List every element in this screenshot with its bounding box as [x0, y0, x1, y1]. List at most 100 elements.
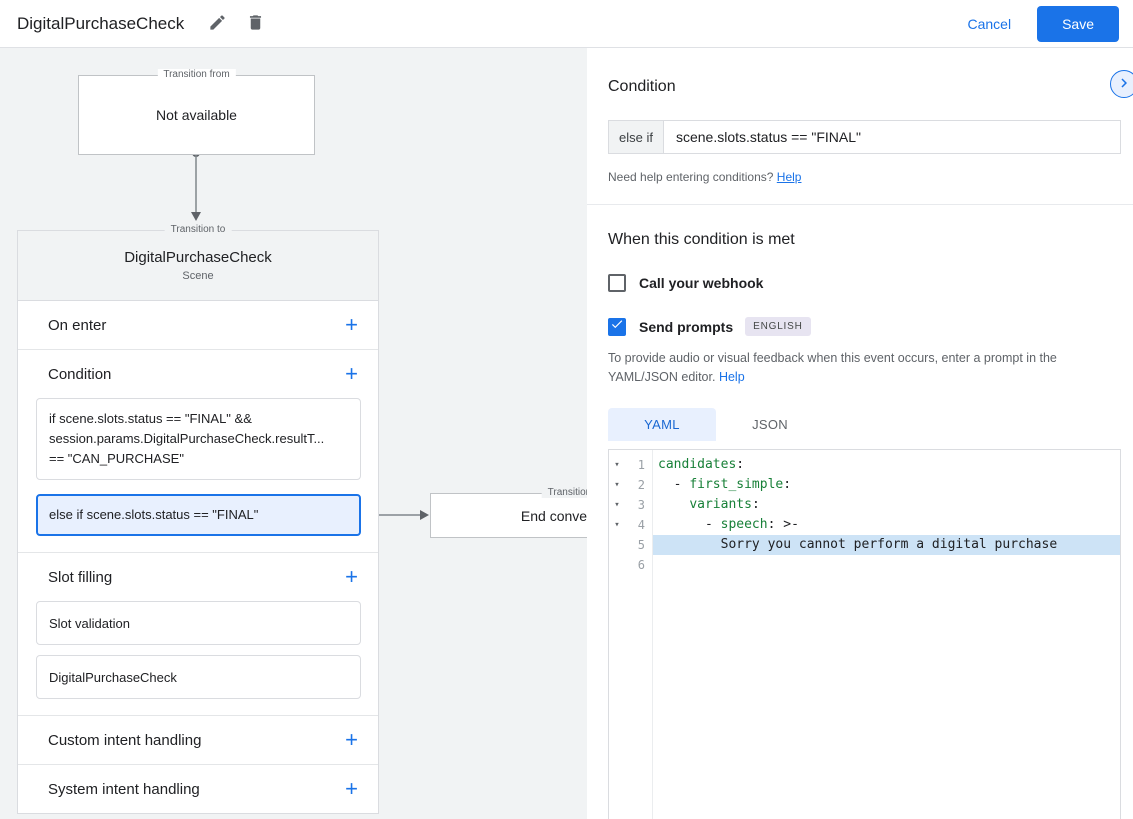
chevron-right-icon [1115, 74, 1133, 95]
section-on-enter: On enter + [18, 301, 378, 350]
scene-name: DigitalPurchaseCheck [124, 249, 272, 266]
add-system-intent-button[interactable]: + [337, 776, 366, 802]
section-condition: Condition + if scene.slots.status == "FI… [18, 350, 378, 553]
code-token: Sorry you cannot perform a digital purch… [658, 536, 1058, 552]
end-conversation-node[interactable]: Transition to End conversation [430, 487, 587, 538]
code-line[interactable] [653, 555, 1120, 575]
gutter-row: ▾ 1 [609, 455, 652, 475]
code-line[interactable]: variants: [653, 495, 1120, 515]
check-icon [610, 317, 624, 336]
add-slot-button[interactable]: + [337, 564, 366, 590]
add-custom-intent-button[interactable]: + [337, 727, 366, 753]
condition-if-line: == "CAN_PURCHASE" [49, 451, 184, 466]
fold-toggle-icon[interactable]: ▾ [609, 520, 625, 530]
slot-validation-box[interactable]: Slot validation [36, 601, 361, 645]
plus-icon: + [345, 361, 358, 386]
code-token: variants [689, 496, 752, 512]
webhook-row: Call your webhook [608, 274, 1121, 292]
panel-divider [587, 204, 1133, 205]
system-intent-title: System intent handling [48, 780, 200, 798]
condition-met-heading: When this condition is met [608, 231, 795, 248]
line-number: 2 [637, 477, 645, 492]
send-prompts-label: Send prompts [639, 318, 734, 335]
transition-from-label: Transition from [157, 69, 236, 80]
conditions-help-line: Need help entering conditions? Help [608, 170, 1121, 184]
condition-prefix: else if [609, 121, 664, 153]
send-prompts-row: Send prompts ENGLISH [608, 317, 1121, 336]
editor-tabs: YAML JSON [608, 407, 1121, 441]
code-token: : [751, 496, 760, 512]
webhook-checkbox[interactable] [608, 274, 626, 292]
gutter-row: ▾ 3 [609, 495, 652, 515]
plus-icon: + [345, 727, 358, 752]
tab-yaml[interactable]: YAML [608, 407, 716, 441]
prompt-note: To provide audio or visual feedback when… [608, 349, 1115, 388]
conditions-help-link[interactable]: Help [777, 170, 802, 184]
code-token: : [736, 456, 745, 472]
editor-gutter: ▾ 1 ▾ 2 ▾ 3 ▾ 4 5 6 [609, 449, 653, 819]
yaml-editor[interactable]: ▾ 1 ▾ 2 ▾ 3 ▾ 4 5 6 candidates: - first_simple: v… [608, 448, 1121, 819]
section-custom-intent: Custom intent handling + [18, 716, 378, 765]
condition-if-box[interactable]: if scene.slots.status == "FINAL" && sess… [36, 398, 361, 480]
gutter-row: 6 [609, 555, 652, 575]
code-line[interactable]: - speech: >- [653, 515, 1120, 535]
scene-type: Scene [182, 270, 214, 282]
panel-collapse-button[interactable] [1110, 70, 1133, 98]
webhook-label: Call your webhook [639, 275, 764, 291]
save-button[interactable]: Save [1037, 5, 1119, 42]
prompt-help-link[interactable]: Help [719, 370, 745, 384]
panel-heading: Condition [608, 78, 676, 95]
code-token: candidates [658, 456, 737, 472]
line-number: 3 [637, 497, 645, 512]
slot-item-box[interactable]: DigitalPurchaseCheck [36, 655, 361, 699]
code-token: - [658, 516, 721, 532]
send-prompts-checkbox[interactable] [608, 317, 626, 336]
pencil-icon [208, 13, 227, 35]
scene-canvas: Transition from Not available Transition… [0, 48, 587, 819]
delete-scene-button[interactable] [238, 7, 272, 41]
fold-toggle-icon[interactable]: ▾ [609, 460, 625, 470]
condition-if-line: session.params.DigitalPurchaseCheck.resu… [49, 431, 325, 446]
slot-filling-title: Slot filling [48, 568, 113, 586]
end-node-transition-label: Transition to [541, 487, 587, 498]
transition-to-label: Transition to [164, 224, 232, 235]
section-system-intent: System intent handling + [18, 765, 378, 813]
code-line[interactable]: candidates: [653, 455, 1120, 475]
code-token: - [658, 476, 690, 492]
condition-panel: Condition else if Need help entering con… [587, 48, 1133, 819]
transition-from-node[interactable]: Transition from Not available [78, 69, 315, 155]
fold-toggle-icon[interactable]: ▾ [609, 480, 625, 490]
code-line[interactable]: - first_simple: [653, 475, 1120, 495]
line-number: 4 [637, 517, 645, 532]
line-number: 1 [637, 457, 645, 472]
scene-card-header[interactable]: DigitalPurchaseCheck Scene [18, 231, 378, 301]
code-token: : [783, 476, 792, 492]
tab-json[interactable]: JSON [716, 408, 824, 441]
editor-code[interactable]: candidates: - first_simple: variants: - … [653, 450, 1120, 819]
topbar: DigitalPurchaseCheck Cancel Save [0, 0, 1133, 48]
section-slot-filling: Slot filling + Slot validation DigitalPu… [18, 553, 378, 716]
add-condition-button[interactable]: + [337, 361, 366, 387]
plus-icon: + [345, 564, 358, 589]
edit-title-button[interactable] [200, 7, 234, 41]
condition-if-line: if scene.slots.status == "FINAL" && [49, 411, 252, 426]
condition-input[interactable] [663, 121, 1120, 153]
code-token: first_simple [689, 476, 784, 492]
cancel-button[interactable]: Cancel [955, 8, 1023, 40]
on-enter-title: On enter [48, 316, 107, 334]
gutter-row: 5 [609, 535, 652, 555]
prompt-note-text: To provide audio or visual feedback when… [608, 351, 1057, 385]
code-line[interactable]: Sorry you cannot perform a digital purch… [653, 534, 1120, 555]
condition-editor-row: else if [608, 120, 1121, 154]
code-token: speech [720, 516, 768, 532]
transition-from-value: Not available [156, 107, 237, 123]
fold-toggle-icon[interactable]: ▾ [609, 500, 625, 510]
trash-icon [246, 13, 265, 35]
code-token: : >- [767, 516, 799, 532]
scene-card: Transition to DigitalPurchaseCheck Scene… [17, 224, 379, 814]
line-number: 5 [637, 537, 645, 552]
language-badge: ENGLISH [745, 317, 811, 336]
condition-elseif-box[interactable]: else if scene.slots.status == "FINAL" [36, 494, 361, 536]
add-on-enter-button[interactable]: + [337, 312, 366, 338]
